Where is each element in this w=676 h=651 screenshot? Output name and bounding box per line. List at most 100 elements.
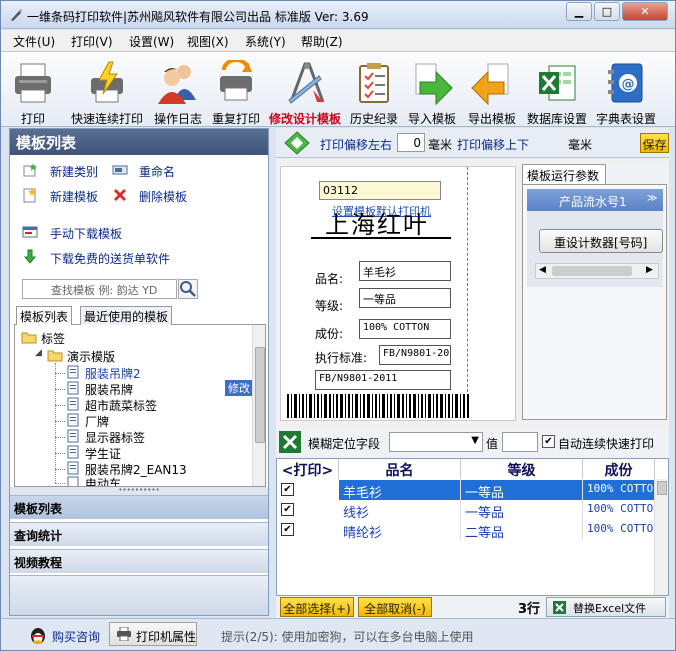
free-download-link[interactable]: 下载免费的送货单软件 bbox=[50, 250, 170, 267]
tree-item[interactable]: 电动车 bbox=[85, 475, 121, 486]
serial-section-body: 重设计数器[号码] ◀ ▶ bbox=[527, 211, 663, 287]
history-button[interactable]: 历史纪录 bbox=[345, 52, 403, 127]
collapse-chevron-icon[interactable]: ≫ bbox=[647, 193, 657, 204]
grid-scrollbar[interactable] bbox=[654, 479, 668, 595]
operation-log-button[interactable]: 操作日志 bbox=[149, 52, 207, 127]
params-scroll-thumb[interactable] bbox=[552, 266, 632, 276]
expand-arrow-icon[interactable]: ◢ bbox=[35, 348, 42, 358]
dictionary-settings-button[interactable]: @ 字典表设置 bbox=[591, 52, 661, 127]
barcode-value-field[interactable]: 03112 bbox=[319, 181, 441, 200]
tree-root[interactable]: 标签 bbox=[41, 330, 65, 347]
rename-link[interactable]: 重命名 bbox=[139, 163, 175, 180]
close-button[interactable]: ✕ bbox=[622, 2, 668, 21]
tab-runtime-params[interactable]: 模板运行参数 bbox=[522, 164, 606, 184]
scroll-left-icon[interactable]: ◀ bbox=[539, 265, 546, 275]
company-name: 上海红叶 bbox=[325, 211, 429, 239]
search-button[interactable] bbox=[178, 279, 198, 299]
document-icon bbox=[67, 381, 79, 395]
params-hscrollbar[interactable]: ◀ ▶ bbox=[535, 263, 659, 279]
printer-properties-button[interactable]: 打印机属性 bbox=[109, 622, 197, 646]
new-category-link[interactable]: 新建类别 bbox=[50, 163, 98, 180]
table-row[interactable]: ✔ 羊毛衫 一等品 100% COTTON bbox=[277, 480, 655, 500]
minimize-button[interactable]: ▁ bbox=[566, 2, 592, 21]
offset-unit-2: 毫米 bbox=[568, 138, 593, 152]
tree-item[interactable]: 服装吊牌2 bbox=[85, 365, 141, 382]
maximize-button[interactable]: □ bbox=[594, 2, 620, 21]
tree-scroll-thumb[interactable] bbox=[255, 347, 265, 443]
table-row[interactable]: ✔ 线衫 一等品 100% COTTON bbox=[277, 500, 655, 520]
field-value-standard[interactable]: FB/N9801-20 bbox=[379, 345, 451, 365]
filter-value-input[interactable] bbox=[502, 432, 538, 452]
tree-item[interactable]: 超市蔬菜标签 bbox=[85, 397, 157, 414]
save-button[interactable]: 保存 bbox=[640, 133, 669, 153]
fuzzy-field-select[interactable]: ▼ bbox=[389, 432, 483, 452]
menu-help[interactable]: 帮助(Z) bbox=[301, 33, 343, 50]
serial-number-section[interactable]: 产品流水号1 bbox=[527, 189, 663, 211]
offset-lr-label: 打印偏移左右 bbox=[320, 138, 393, 152]
menu-system[interactable]: 系统(Y) bbox=[245, 33, 286, 50]
folder-icon bbox=[21, 332, 37, 344]
col-header-print[interactable]: <打印> bbox=[277, 459, 339, 479]
excel-small-icon[interactable] bbox=[278, 430, 302, 454]
col-header-composition[interactable]: 成份 bbox=[583, 459, 655, 479]
col-header-name[interactable]: 品名 bbox=[339, 459, 461, 479]
document-icon bbox=[67, 365, 79, 379]
edit-design-template-button[interactable]: 修改设计模板 bbox=[265, 52, 345, 127]
tree-item[interactable]: 学生证 bbox=[85, 445, 121, 462]
offset-unit-1: 毫米 bbox=[428, 138, 453, 152]
export-template-button[interactable]: 导出模板 bbox=[463, 52, 521, 127]
auto-print-checkbox[interactable]: ✔ bbox=[542, 435, 555, 448]
col-header-grade[interactable]: 等级 bbox=[461, 459, 583, 479]
app-window: 一维条码打印软件|苏州飚风软件有限公司出品 标准版 Ver: 3.69 ▁ □ … bbox=[0, 0, 676, 651]
row-print-checkbox[interactable]: ✔ bbox=[281, 503, 294, 516]
standard-full-field[interactable]: FB/N9801-2011 bbox=[315, 370, 451, 390]
label-preview: 03112 设置模板默认打印机 上海红叶 品名: 羊毛衫 等级: 一等品 成份:… bbox=[280, 166, 516, 421]
field-label-grade: 等级: bbox=[315, 299, 344, 313]
grid-scroll-thumb[interactable] bbox=[657, 481, 667, 495]
tree-folder[interactable]: 演示模版 bbox=[67, 348, 115, 365]
tree-scrollbar[interactable] bbox=[252, 325, 265, 486]
field-label-name: 品名: bbox=[315, 272, 344, 286]
menu-file[interactable]: 文件(U) bbox=[13, 33, 55, 50]
new-template-link[interactable]: 新建模板 bbox=[50, 188, 98, 205]
tree-item[interactable]: 厂牌 bbox=[85, 413, 109, 430]
tab-recent-templates[interactable]: 最近使用的模板 bbox=[80, 306, 173, 325]
reprint-button[interactable]: 重复打印 bbox=[207, 52, 265, 127]
deselect-all-button[interactable]: 全部取消(-) bbox=[358, 597, 432, 617]
fast-print-button[interactable]: 快速连续打印 bbox=[65, 52, 149, 127]
row-print-checkbox[interactable]: ✔ bbox=[281, 523, 294, 536]
import-template-button[interactable]: 导入模板 bbox=[403, 52, 461, 127]
tree-item[interactable]: 显示器标签 bbox=[85, 429, 145, 446]
print-button[interactable]: 打印 bbox=[5, 52, 61, 127]
menu-settings[interactable]: 设置(W) bbox=[129, 33, 174, 50]
tab-template-list[interactable]: 模板列表 bbox=[16, 306, 73, 326]
search-template-input[interactable]: 查找模板 例: 韵达 YD bbox=[22, 279, 177, 299]
manual-download-link[interactable]: 手动下载模板 bbox=[50, 225, 122, 242]
accordion-query-stats[interactable]: 查询统计 bbox=[10, 522, 268, 546]
select-all-button[interactable]: 全部选择(+) bbox=[280, 597, 354, 617]
printer-small-icon bbox=[117, 627, 131, 641]
buy-consult-link[interactable]: 购买咨询 bbox=[52, 628, 100, 645]
replace-excel-button[interactable]: 替换Excel文件 bbox=[546, 597, 666, 617]
field-value-grade[interactable]: 一等品 bbox=[359, 288, 451, 308]
cell-composition: 100% COTTON bbox=[583, 480, 655, 500]
delete-template-link[interactable]: 删除模板 bbox=[139, 188, 187, 205]
field-value-name[interactable]: 羊毛衫 bbox=[359, 261, 451, 281]
replace-excel-label: 替换Excel文件 bbox=[573, 602, 647, 615]
splitter-grip[interactable]: •••••••••• bbox=[10, 487, 268, 495]
scroll-right-icon[interactable]: ▶ bbox=[646, 265, 653, 275]
offset-lr-input[interactable]: 0 bbox=[397, 133, 425, 152]
field-value-composition[interactable]: 100% COTTON bbox=[359, 319, 451, 339]
page-margin-line bbox=[467, 167, 468, 392]
row-print-checkbox[interactable]: ✔ bbox=[281, 483, 294, 496]
database-settings-button[interactable]: 数据库设置 bbox=[523, 52, 591, 127]
edit-badge[interactable]: 修改 bbox=[225, 380, 253, 396]
move-arrows-icon[interactable] bbox=[284, 131, 310, 155]
menu-view[interactable]: 视图(X) bbox=[187, 33, 229, 50]
accordion-template-list[interactable]: 模板列表 bbox=[10, 495, 268, 519]
table-row[interactable]: ✔ 晴纶衫 二等品 100% COTTON bbox=[277, 520, 655, 540]
accordion-video-tutorial[interactable]: 视频教程 bbox=[10, 549, 268, 573]
reset-counter-button[interactable]: 重设计数器[号码] bbox=[539, 229, 663, 253]
tree-item[interactable]: 服装吊牌 bbox=[85, 381, 133, 398]
menu-print[interactable]: 打印(V) bbox=[71, 33, 113, 50]
